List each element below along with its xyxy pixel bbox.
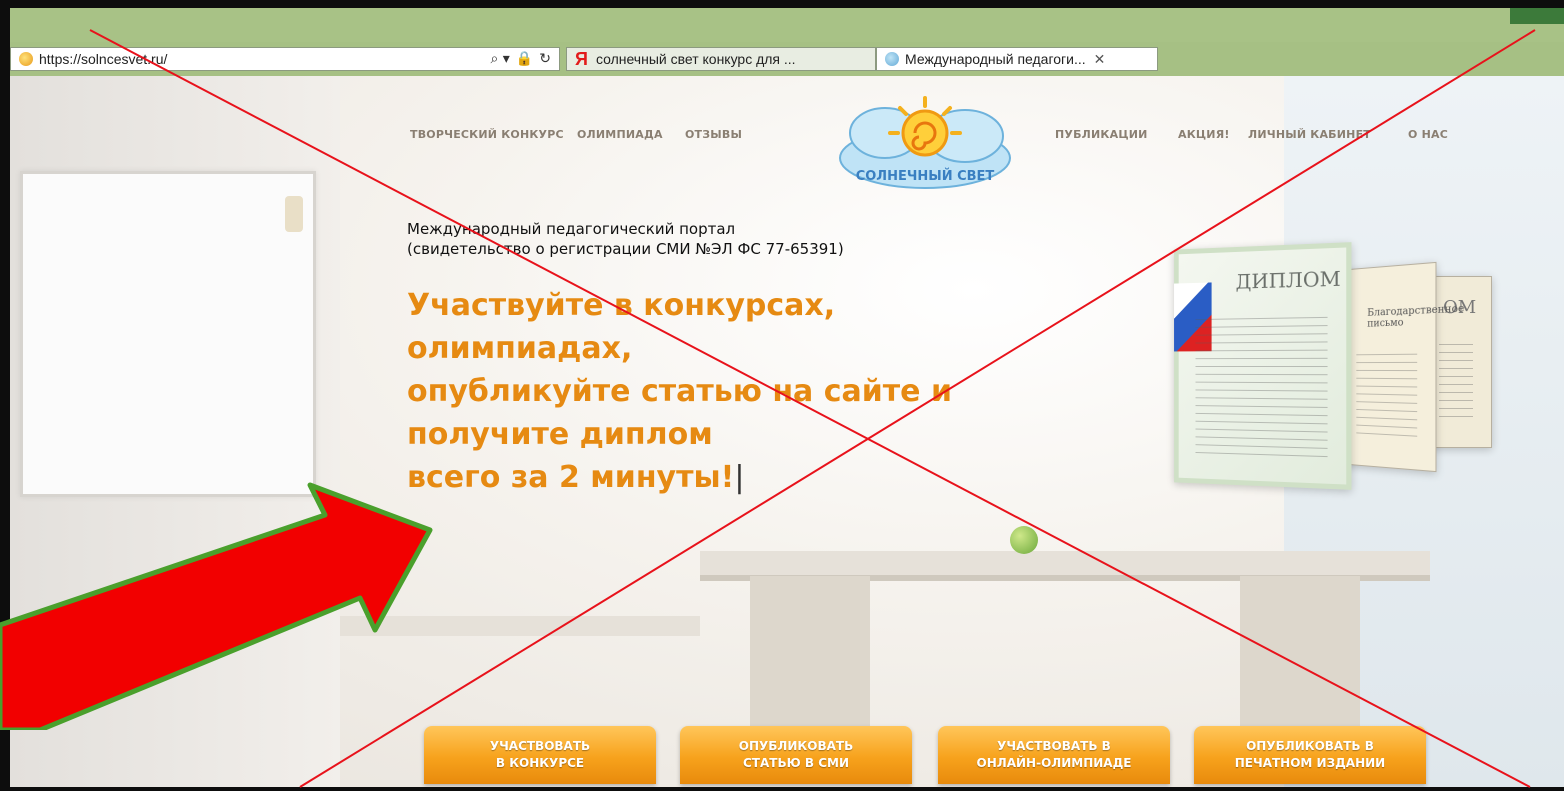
nav-olympiad[interactable]: ОЛИМПИАДА (577, 128, 663, 141)
portal-name: Международный педагогический портал (407, 220, 736, 238)
top-strip (10, 8, 1564, 42)
diploma-image-front: ДИПЛОМ (1174, 242, 1352, 490)
headline-line: олимпиадах, (407, 331, 633, 366)
button-label-line: ПЕЧАТНОМ ИЗДАНИИ (1234, 756, 1386, 770)
button-label-line: УЧАСТВОВАТЬ (489, 739, 591, 753)
button-label-line: В КОНКУРСЕ (495, 756, 585, 770)
tab-label: Международный педагоги... (905, 51, 1086, 67)
address-tools: ⌕ ▾ 🔒 ↻ (491, 51, 552, 67)
nav-about[interactable]: О НАС (1408, 128, 1448, 141)
button-label-line: ОПУБЛИКОВАТЬ В (1246, 739, 1374, 753)
button-label-line: СТАТЬЮ В СМИ (743, 756, 849, 770)
nav-personal-account[interactable]: ЛИЧНЫЙ КАБИНЕТ (1248, 128, 1371, 141)
address-bar[interactable]: https://solncesvet.ru/ ⌕ ▾ 🔒 ↻ (10, 47, 560, 71)
logo-text: СОЛНЕЧНЫЙ СВЕТ (856, 168, 995, 184)
close-tab-icon[interactable]: ✕ (1094, 51, 1106, 68)
participate-contest-button[interactable]: УЧАСТВОВАТЬ В КОНКУРСЕ (424, 726, 656, 784)
text-cursor: | (734, 460, 745, 495)
site-favicon-icon (19, 52, 33, 66)
nav-reviews[interactable]: ОТЗЫВЫ (685, 128, 742, 141)
publish-print-button[interactable]: ОПУБЛИКОВАТЬ В ПЕЧАТНОМ ИЗДАНИИ (1194, 726, 1426, 784)
slide-corner-decoration (1510, 8, 1564, 24)
registration-note: (свидетельство о регистрации СМИ №ЭЛ ФС … (407, 240, 844, 258)
tab-yandex-search[interactable]: Я солнечный свет конкурс для ... (566, 47, 876, 71)
nav-publications[interactable]: ПУБЛИКАЦИИ (1055, 128, 1148, 141)
portal-description: Международный педагогический портал (сви… (407, 219, 844, 259)
diploma-text-lines (1439, 337, 1473, 422)
yandex-logo-icon: Я (575, 48, 588, 69)
hero-headline: Участвуйте в конкурсах, олимпиадах, опуб… (407, 284, 952, 499)
headline-line: Участвуйте в конкурсах, (407, 288, 836, 323)
nav-promo[interactable]: АКЦИЯ! (1178, 128, 1230, 141)
background-whiteboard (20, 171, 316, 497)
headline-line: опубликуйте статью на сайте и (407, 374, 952, 409)
headline-line: получите диплом (407, 417, 713, 452)
browser-toolbar: https://solncesvet.ru/ ⌕ ▾ 🔒 ↻ Я солнечн… (10, 42, 1564, 77)
tab-label: солнечный свет конкурс для ... (595, 51, 796, 67)
tab-portal[interactable]: Международный педагоги... ✕ (876, 47, 1158, 71)
refresh-icon[interactable]: ↻ (539, 51, 551, 67)
search-dropdown-icon[interactable]: ⌕ ▾ (491, 51, 510, 67)
button-label-line: УЧАСТВОВАТЬ В (997, 739, 1111, 753)
diploma-text-lines (1356, 346, 1418, 444)
diploma-mid-title: Благодарственное письмо (1367, 303, 1465, 330)
button-label-line: ОНЛАЙН-ОЛИМПИАДЕ (976, 756, 1132, 770)
diploma-image-middle: Благодарственное письмо (1339, 261, 1464, 473)
apple-decoration (1010, 526, 1038, 554)
address-url[interactable]: https://solncesvet.ru/ (39, 51, 491, 67)
participate-olympiad-button[interactable]: УЧАСТВОВАТЬ В ОНЛАЙН-ОЛИМПИАДЕ (938, 726, 1170, 784)
diploma-front-title: ДИПЛОМ (1235, 266, 1341, 294)
red-arrow-icon (0, 482, 433, 730)
lock-icon[interactable]: 🔒 (516, 51, 533, 67)
nav-creative-contest[interactable]: ТВОРЧЕСКИЙ КОНКУРС (410, 128, 564, 141)
site-favicon-icon (885, 52, 899, 66)
site-logo[interactable]: СОЛНЕЧНЫЙ СВЕТ (830, 88, 1020, 198)
publish-article-button[interactable]: ОПУБЛИКОВАТЬ СТАТЬЮ В СМИ (680, 726, 912, 784)
headline-line: всего за 2 минуты! (407, 460, 735, 495)
background-whiteboard-clip (285, 196, 303, 232)
headline-line-last: всего за 2 минуты!| (407, 456, 952, 499)
button-label-line: ОПУБЛИКОВАТЬ (738, 739, 854, 753)
diploma-text-lines (1195, 309, 1328, 459)
